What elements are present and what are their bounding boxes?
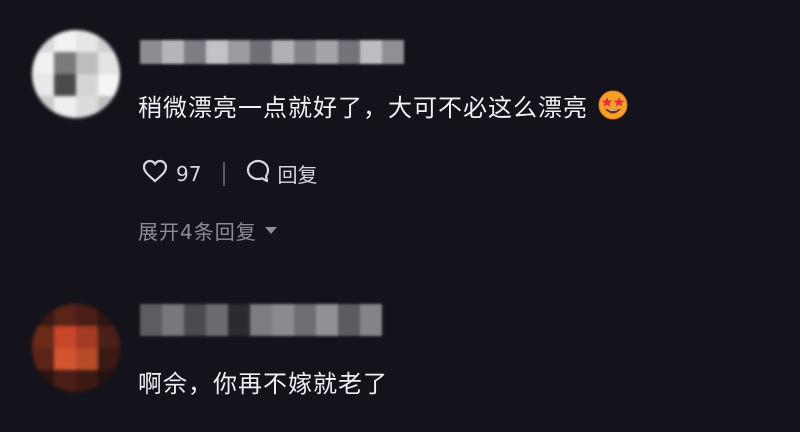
comment-item: 啊佘，你再不嫁就老了 xyxy=(0,290,800,432)
expand-replies-button[interactable]: 展开4条回复 xyxy=(138,216,277,245)
like-count: 97 xyxy=(176,161,202,186)
comment-text: 啊佘，你再不嫁就老了 xyxy=(138,370,388,398)
username[interactable] xyxy=(140,304,382,336)
avatar[interactable] xyxy=(32,30,120,118)
username[interactable] xyxy=(140,40,404,64)
reply-button[interactable]: 回复 xyxy=(277,159,317,188)
avatar[interactable] xyxy=(32,304,120,392)
expand-replies-label: 展开4条回复 xyxy=(138,220,257,244)
comment-text: 稍微漂亮一点就好了，大可不必这么漂亮 xyxy=(138,88,628,126)
divider xyxy=(223,161,226,186)
star-struck-emoji xyxy=(598,90,628,126)
comment-item: 稍微漂亮一点就好了，大可不必这么漂亮 97 回复 展开4条回复 xyxy=(0,0,800,260)
comment-actions: 97 回复 xyxy=(142,158,317,189)
caret-down-icon xyxy=(264,227,277,234)
comment-bubble-icon[interactable] xyxy=(245,158,271,189)
heart-icon[interactable] xyxy=(142,159,168,188)
